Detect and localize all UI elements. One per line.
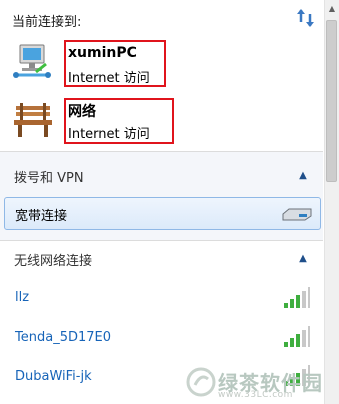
modem-icon — [282, 208, 312, 221]
refresh-icon[interactable] — [294, 6, 318, 30]
network-name-xuminpc: xuminPC — [68, 45, 137, 61]
scrollbar-thumb[interactable] — [326, 20, 337, 182]
broadband-connection-item[interactable]: 宽带连接 — [4, 197, 321, 230]
network-status-wangluo: Internet 访问 — [68, 127, 150, 142]
broadband-label: 宽带连接 — [15, 209, 68, 224]
signal-strength-icon — [284, 287, 310, 308]
vertical-scrollbar[interactable]: ▲ — [324, 0, 339, 404]
section-title-dialup: 拨号和 VPN — [14, 171, 84, 186]
signal-strength-icon — [284, 326, 310, 347]
section-title-wireless: 无线网络连接 — [14, 254, 93, 269]
current-connection-label: 当前连接到: — [12, 15, 82, 30]
network-status-xuminpc: Internet 访问 — [68, 71, 150, 86]
park-bench-icon — [14, 103, 52, 137]
scroll-up-icon[interactable]: ▲ — [327, 4, 337, 14]
current-connections-section: 当前连接到: xuminPC Internet 访问 网络 Internet 访… — [0, 0, 323, 150]
computer-network-icon — [13, 44, 51, 78]
wifi-item-tenda[interactable]: Tenda_5D17E0 — [15, 330, 111, 345]
wifi-item-llz[interactable]: llz — [15, 290, 29, 305]
watermark-logo-icon — [186, 367, 216, 397]
chevron-up-icon[interactable]: ▲ — [297, 254, 309, 264]
watermark: 绿茶软件园 www.33LC.com — [186, 367, 334, 401]
network-flyout: 当前连接到: xuminPC Internet 访问 网络 Internet 访… — [0, 0, 339, 404]
chevron-up-icon[interactable]: ▲ — [297, 171, 309, 181]
wifi-item-dubawifi[interactable]: DubaWiFi-jk — [15, 369, 92, 384]
watermark-url: www.33LC.com — [218, 390, 293, 400]
network-name-wangluo: 网络 — [68, 104, 96, 120]
